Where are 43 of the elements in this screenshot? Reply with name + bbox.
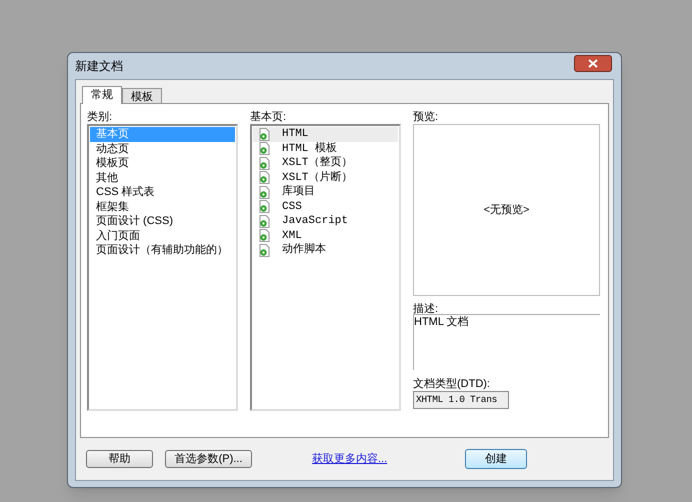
page-type-item[interactable]: CSS (253, 200, 398, 214)
page-type-item[interactable]: HTML 模板 (253, 142, 398, 156)
doctype-label: 文档类型(DTD): (413, 376, 491, 391)
category-item[interactable]: 页面设计（有辅助功能的） (90, 243, 235, 258)
category-item[interactable]: 页面设计 (CSS) (90, 214, 235, 228)
page-type-item[interactable]: JavaScript (253, 214, 398, 228)
tab[interactable]: 常规 (82, 86, 122, 104)
document-icon (259, 156, 270, 170)
doctype-dropdown[interactable]: XHTML 1.0 Trans (413, 391, 509, 409)
close-button[interactable] (574, 54, 612, 72)
document-icon (259, 229, 270, 242)
document-icon (259, 171, 270, 184)
description-label: 描述: (413, 302, 440, 314)
more-content-link[interactable]: 获取更多内容... (312, 450, 388, 468)
preview-text: <无预览> (484, 202, 530, 218)
category-item[interactable]: CSS 样式表 (90, 185, 235, 200)
page-type-item[interactable]: XML (253, 228, 398, 243)
list-label: 类别: (87, 110, 114, 124)
document-icon (259, 128, 270, 141)
page-type-item[interactable]: 库项目 (253, 185, 398, 200)
tab[interactable]: 模板 (122, 88, 162, 103)
create-button[interactable]: 创建 (465, 449, 528, 469)
preferences-button[interactable]: 首选参数(P)... (165, 450, 252, 468)
category-item[interactable]: 框架集 (90, 200, 235, 214)
page-type-item[interactable]: 动作脚本 (253, 243, 398, 258)
category-item[interactable]: 其他 (90, 170, 235, 185)
document-icon (259, 214, 270, 228)
close-icon (588, 58, 598, 68)
help-button[interactable]: 帮助 (86, 450, 153, 468)
page-type-item[interactable]: XSLT（片断） (253, 170, 398, 185)
page-type-item[interactable]: HTML (253, 127, 398, 142)
document-icon (259, 244, 270, 257)
page-type-item[interactable]: XSLT（整页） (253, 156, 398, 170)
document-icon (259, 200, 270, 214)
document-icon (259, 142, 270, 156)
document-icon (259, 186, 270, 199)
preview-label: 预览: (413, 110, 440, 124)
list-label: 基本页: (250, 110, 288, 124)
category-item[interactable]: 入门页面 (90, 228, 235, 243)
description-text: HTML 文档 (414, 315, 470, 329)
category-item[interactable]: 动态页 (90, 142, 235, 156)
category-item[interactable]: 模板页 (90, 156, 235, 170)
window-title: 新建文档 (75, 58, 123, 75)
